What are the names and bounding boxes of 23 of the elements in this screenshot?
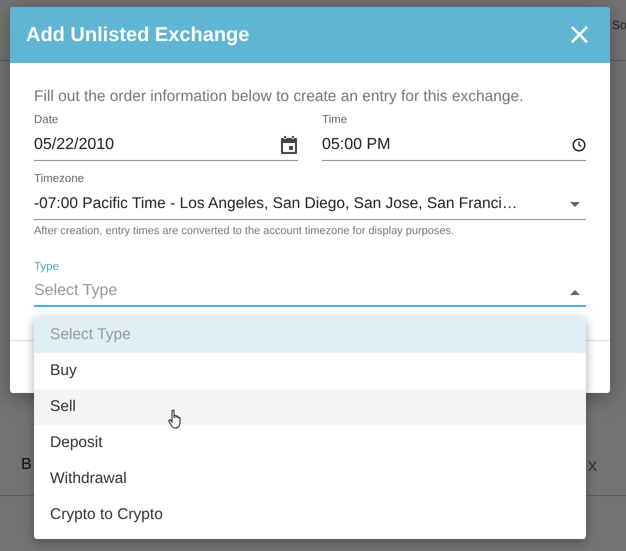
clock-icon[interactable] — [572, 138, 586, 152]
timezone-hint: After creation, entry times are converted to the account timezone for display purposes. — [34, 225, 456, 237]
hand-cursor-icon — [168, 409, 182, 429]
time-field[interactable]: 05:00 PM — [322, 130, 586, 161]
dropdown-option[interactable]: Deposit — [34, 425, 586, 461]
dialog-title: Add Unlisted Exchange — [26, 24, 250, 46]
type-select[interactable]: Select Type — [34, 277, 586, 307]
type-label: Type — [34, 261, 60, 273]
background-text: x — [588, 455, 597, 476]
timezone-select[interactable]: -07:00 Pacific Time - Los Angeles, San Diego, San Jose, San Franci… — [34, 189, 586, 220]
background-text: So — [612, 18, 626, 32]
intro-text: Fill out the order information below to create an entry for this exchange. — [34, 88, 524, 106]
caret-up-icon — [570, 290, 580, 295]
dropdown-option[interactable]: Crypto to Crypto — [34, 497, 586, 533]
calendar-icon[interactable] — [280, 135, 298, 155]
time-label: Time — [322, 114, 348, 126]
dropdown-option[interactable]: Withdrawal — [34, 461, 586, 497]
timezone-label: Timezone — [34, 173, 86, 185]
dropdown-option[interactable]: Buy — [34, 353, 586, 389]
date-field[interactable]: 05/22/2010 — [34, 130, 298, 161]
caret-down-icon — [570, 202, 580, 206]
background-text: B — [21, 456, 32, 474]
date-label: Date — [34, 114, 60, 126]
